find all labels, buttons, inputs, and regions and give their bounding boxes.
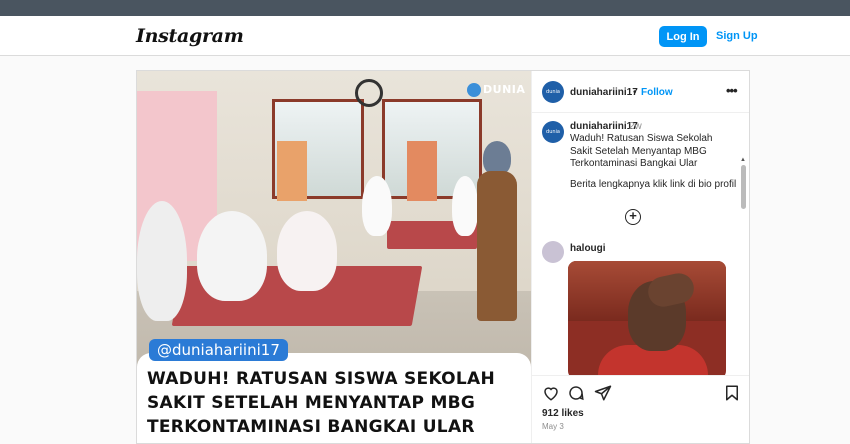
comment-gif-image bbox=[568, 261, 726, 375]
avatar[interactable]: dunia bbox=[542, 81, 564, 103]
browser-top-strip bbox=[0, 0, 850, 16]
photo-student bbox=[277, 211, 337, 291]
photo-teacher-head bbox=[483, 141, 511, 175]
headline-text: WADUH! RATUSAN SISWA SEKOLAH SAKIT SETEL… bbox=[147, 369, 496, 437]
photo-student bbox=[137, 201, 187, 321]
photo-curtain bbox=[407, 141, 437, 201]
login-button[interactable]: Log In bbox=[659, 26, 707, 47]
avatar[interactable] bbox=[542, 241, 564, 263]
more-horizontal-icon[interactable]: ••• bbox=[726, 83, 738, 98]
post-card: DUNIA WADUH! RATUSAN SISWA SEKOLAH SAKIT… bbox=[136, 70, 750, 444]
post-image[interactable]: DUNIA WADUH! RATUSAN SISWA SEKOLAH SAKIT… bbox=[137, 71, 531, 443]
share-icon[interactable] bbox=[594, 384, 612, 402]
handle-tag: @duniahariini17 bbox=[149, 339, 288, 361]
avatar[interactable]: dunia bbox=[542, 121, 564, 143]
photo-student bbox=[197, 211, 267, 301]
post-date: May 3 bbox=[542, 422, 564, 431]
caption-text: Waduh! Ratusan Siswa Sekolah Sakit Setel… bbox=[570, 133, 713, 169]
signup-link[interactable]: Sign Up bbox=[716, 30, 758, 42]
photo-student bbox=[452, 176, 478, 236]
photo-curtain bbox=[277, 141, 307, 201]
instagram-logo[interactable]: Instagram bbox=[136, 25, 244, 47]
photo-fan bbox=[355, 79, 383, 107]
photo-student bbox=[362, 176, 392, 236]
caption-time: 2w bbox=[629, 121, 642, 132]
watermark-logo: DUNIA bbox=[467, 83, 525, 97]
scroll-up-arrow-icon[interactable]: ▲ bbox=[740, 157, 746, 163]
likes-count[interactable]: 912 likes bbox=[542, 408, 584, 419]
heart-icon[interactable] bbox=[542, 384, 560, 402]
scrollbar-thumb[interactable] bbox=[741, 165, 746, 209]
post-username[interactable]: duniahariini17 bbox=[570, 87, 638, 98]
comment-username[interactable]: halougi bbox=[570, 243, 606, 254]
headline-box: WADUH! RATUSAN SISWA SEKOLAH SAKIT SETEL… bbox=[137, 353, 531, 443]
photo-teacher-body bbox=[477, 171, 517, 321]
separator-dot: • bbox=[633, 87, 637, 98]
post-actions: 912 likes May 3 bbox=[532, 375, 749, 443]
comment-icon[interactable] bbox=[567, 384, 585, 402]
follow-button[interactable]: Follow bbox=[641, 87, 673, 98]
caption-text-secondary: Berita lengkapnya klik link di bio profi… bbox=[570, 179, 737, 190]
load-more-plus-icon[interactable]: + bbox=[625, 209, 641, 225]
bookmark-icon[interactable] bbox=[723, 384, 741, 402]
caption-username[interactable]: duniahariini17 bbox=[570, 121, 638, 132]
image-caption-overlay: WADUH! RATUSAN SISWA SEKOLAH SAKIT SETEL… bbox=[137, 339, 531, 443]
instagram-header: Instagram Log In Sign Up bbox=[0, 16, 850, 56]
post-header: dunia duniahariini17 • Follow ••• bbox=[532, 71, 749, 113]
post-side-panel: dunia duniahariini17 • Follow ••• dunia … bbox=[531, 71, 749, 443]
comments-list[interactable]: dunia duniahariini17 2w Waduh! Ratusan S… bbox=[532, 113, 749, 375]
